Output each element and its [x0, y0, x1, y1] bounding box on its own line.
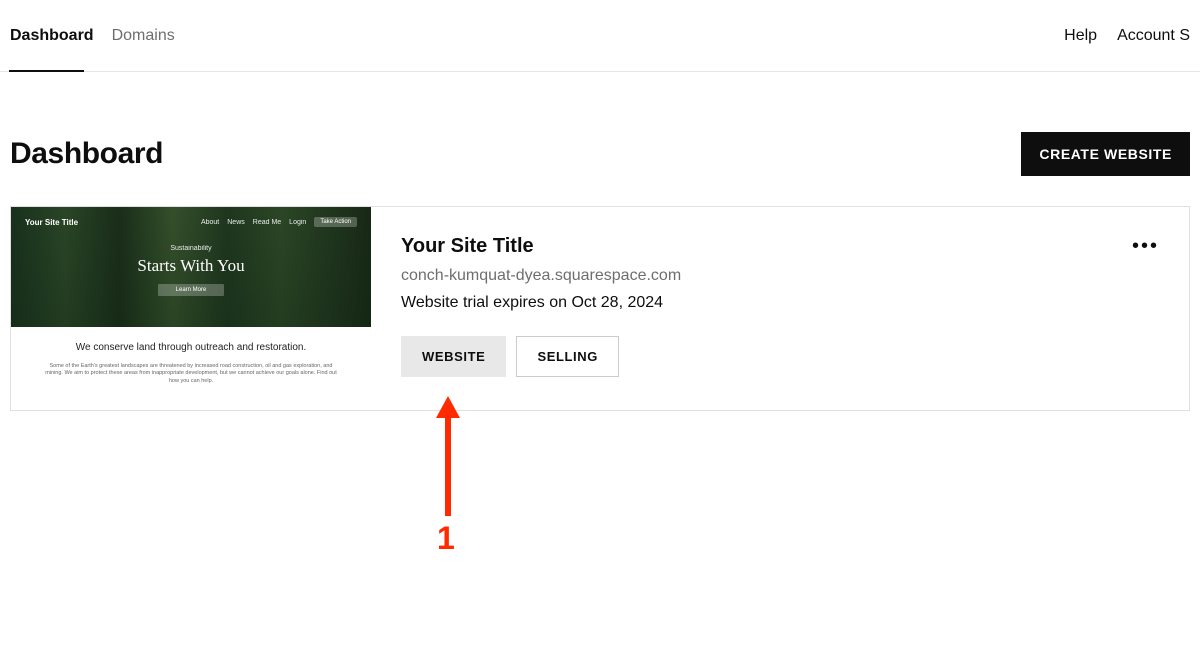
thumbnail-body: We conserve land through outreach and re… [11, 327, 371, 410]
thumbnail-mini-cta: Take Action [314, 217, 357, 227]
thumbnail-mini-link: News [227, 219, 245, 226]
site-domain: conch-kumquat-dyea.squarespace.com [401, 267, 1159, 285]
thumbnail-lead-text: We conserve land through outreach and re… [35, 341, 347, 355]
site-info: Your Site Title conch-kumquat-dyea.squar… [371, 207, 1189, 410]
main-header: Dashboard CREATE WEBSITE [0, 72, 1200, 206]
thumbnail-hero-button: Learn More [158, 284, 225, 296]
site-thumbnail[interactable]: Your Site Title About News Read Me Login… [11, 207, 371, 410]
thumbnail-mini-links: About News Read Me Login Take Action [201, 217, 357, 227]
thumbnail-mini-link: Login [289, 219, 306, 226]
nav-tabs: Dashboard Domains [10, 0, 175, 72]
site-actions: WEBSITE SELLING [401, 336, 1159, 377]
nav-right-links: Help Account S [1064, 0, 1190, 72]
top-nav: Dashboard Domains Help Account S [0, 0, 1200, 72]
more-options-icon[interactable]: ••• [1132, 235, 1159, 258]
thumbnail-hero-headline: Starts With You [25, 256, 357, 276]
tab-domains[interactable]: Domains [112, 0, 175, 72]
thumbnail-mini-nav: Your Site Title About News Read Me Login… [25, 217, 357, 227]
account-settings-link[interactable]: Account S [1117, 0, 1190, 72]
thumbnail-hero-eyebrow: Sustainability [25, 245, 357, 252]
create-website-button[interactable]: CREATE WEBSITE [1021, 132, 1190, 176]
thumbnail-mini-link: About [201, 219, 219, 226]
site-trial-status: Website trial expires on Oct 28, 2024 [401, 294, 1159, 312]
website-button[interactable]: WEBSITE [401, 336, 506, 377]
thumbnail-hero: Your Site Title About News Read Me Login… [11, 207, 371, 327]
active-tab-underline [9, 70, 84, 72]
thumbnail-small-text: Some of the Earth's greatest landscapes … [35, 363, 347, 386]
thumbnail-hero-center: Sustainability Starts With You Learn Mor… [25, 245, 357, 296]
help-link[interactable]: Help [1064, 0, 1097, 72]
site-card: Your Site Title About News Read Me Login… [10, 206, 1190, 411]
thumbnail-mini-link: Read Me [253, 219, 281, 226]
site-title: Your Site Title [401, 235, 1159, 258]
annotation-number: 1 [437, 520, 455, 557]
page-title: Dashboard [10, 137, 163, 171]
thumbnail-site-title: Your Site Title [25, 218, 78, 227]
tab-dashboard[interactable]: Dashboard [10, 0, 94, 72]
selling-button[interactable]: SELLING [516, 336, 619, 377]
